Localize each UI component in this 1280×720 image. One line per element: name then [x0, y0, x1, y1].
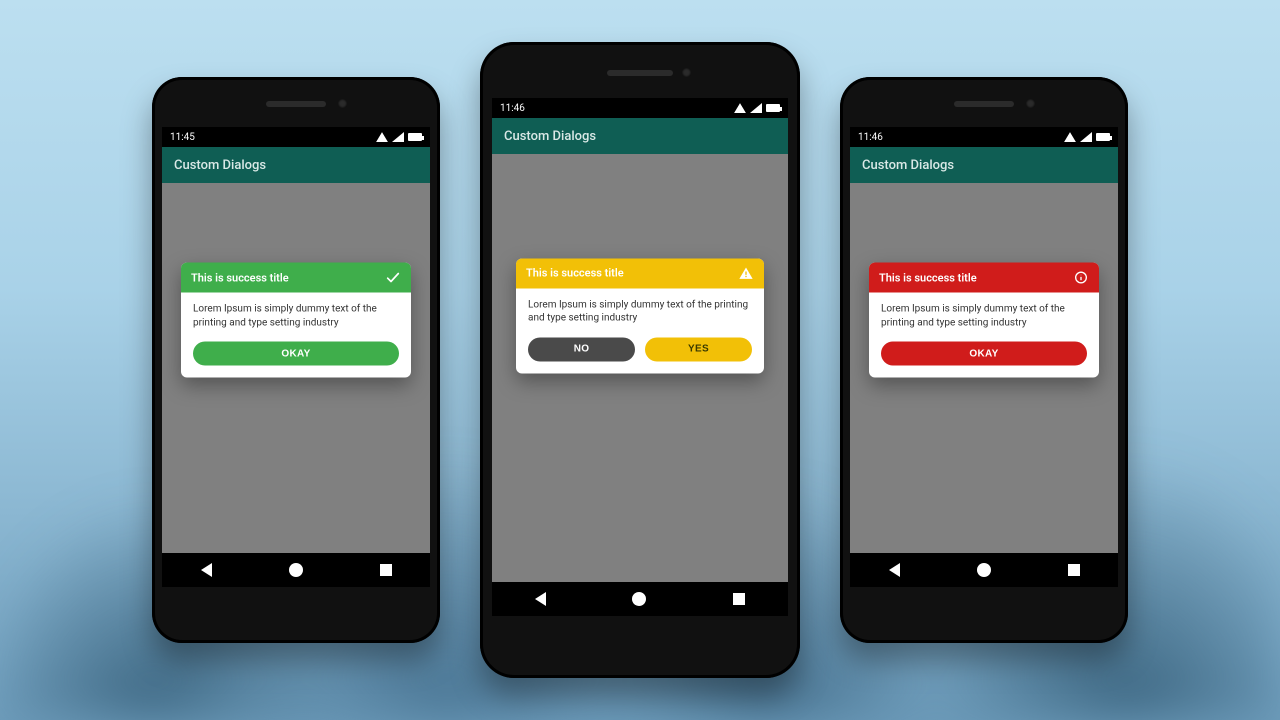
nav-recent-icon[interactable] — [380, 564, 392, 576]
wifi-icon — [1064, 132, 1076, 142]
dialog-actions: OKAY — [181, 342, 411, 378]
status-icons — [1064, 132, 1110, 142]
dialog-body: Lorem Ipsum is simply dummy text of the … — [181, 293, 411, 342]
screen: 11:46 Custom Dialogs This is success tit… — [850, 127, 1118, 587]
dialog-header: This is success title — [181, 263, 411, 293]
okay-button[interactable]: OKAY — [193, 342, 399, 366]
status-icons — [734, 103, 780, 113]
signal-icon — [392, 132, 404, 142]
dialog-actions: NO YES — [516, 337, 764, 373]
app-bar: Custom Dialogs — [850, 147, 1118, 183]
app-bar: Custom Dialogs — [162, 147, 430, 183]
check-icon — [385, 270, 401, 286]
battery-icon — [766, 104, 780, 112]
nav-back-icon[interactable] — [889, 563, 900, 577]
phone-row: 11:45 Custom Dialogs This is success tit… — [0, 0, 1280, 720]
nav-home-icon[interactable] — [977, 563, 991, 577]
front-camera — [338, 99, 347, 108]
earpiece — [954, 101, 1014, 107]
screen: 11:45 Custom Dialogs This is success tit… — [162, 127, 430, 587]
dialog-body: Lorem Ipsum is simply dummy text of the … — [869, 293, 1099, 342]
nav-back-icon[interactable] — [201, 563, 212, 577]
dialog-title: This is success title — [879, 271, 977, 284]
phone-success: 11:45 Custom Dialogs This is success tit… — [152, 77, 440, 643]
success-dialog: This is success title Lorem Ipsum is sim… — [181, 263, 411, 378]
yes-button[interactable]: YES — [645, 337, 752, 361]
info-icon — [1073, 270, 1089, 286]
battery-icon — [408, 133, 422, 141]
earpiece — [607, 70, 673, 76]
dialog-actions: OKAY — [869, 342, 1099, 378]
earpiece — [266, 101, 326, 107]
phone-warning: 11:46 Custom Dialogs This is success tit… — [480, 42, 800, 678]
wifi-icon — [734, 103, 746, 113]
nav-bar — [162, 553, 430, 587]
dialog-title: This is success title — [191, 271, 289, 284]
warning-dialog: This is success title Lorem Ipsum is sim… — [516, 258, 764, 373]
dialog-body: Lorem Ipsum is simply dummy text of the … — [516, 288, 764, 337]
app-title: Custom Dialogs — [174, 158, 266, 173]
screen: 11:46 Custom Dialogs This is success tit… — [492, 98, 788, 616]
nav-home-icon[interactable] — [632, 592, 646, 606]
wifi-icon — [376, 132, 388, 142]
nav-back-icon[interactable] — [535, 592, 546, 606]
dialog-title: This is success title — [526, 267, 624, 280]
status-icons — [376, 132, 422, 142]
signal-icon — [1080, 132, 1092, 142]
error-dialog: This is success title Lorem Ipsum is sim… — [869, 263, 1099, 378]
app-bar: Custom Dialogs — [492, 118, 788, 154]
dialog-header: This is success title — [516, 258, 764, 288]
status-time: 11:46 — [500, 103, 525, 114]
no-button[interactable]: NO — [528, 337, 635, 361]
nav-recent-icon[interactable] — [1068, 564, 1080, 576]
status-time: 11:46 — [858, 132, 883, 143]
front-camera — [1026, 99, 1035, 108]
signal-icon — [750, 103, 762, 113]
nav-bar — [850, 553, 1118, 587]
status-bar: 11:46 — [850, 127, 1118, 147]
nav-home-icon[interactable] — [289, 563, 303, 577]
nav-bar — [492, 582, 788, 616]
dialog-header: This is success title — [869, 263, 1099, 293]
app-title: Custom Dialogs — [504, 129, 596, 144]
warning-icon — [738, 265, 754, 281]
status-bar: 11:46 — [492, 98, 788, 118]
phone-error: 11:46 Custom Dialogs This is success tit… — [840, 77, 1128, 643]
app-title: Custom Dialogs — [862, 158, 954, 173]
battery-icon — [1096, 133, 1110, 141]
status-bar: 11:45 — [162, 127, 430, 147]
status-time: 11:45 — [170, 132, 195, 143]
front-camera — [682, 68, 691, 77]
nav-recent-icon[interactable] — [733, 593, 745, 605]
okay-button[interactable]: OKAY — [881, 342, 1087, 366]
